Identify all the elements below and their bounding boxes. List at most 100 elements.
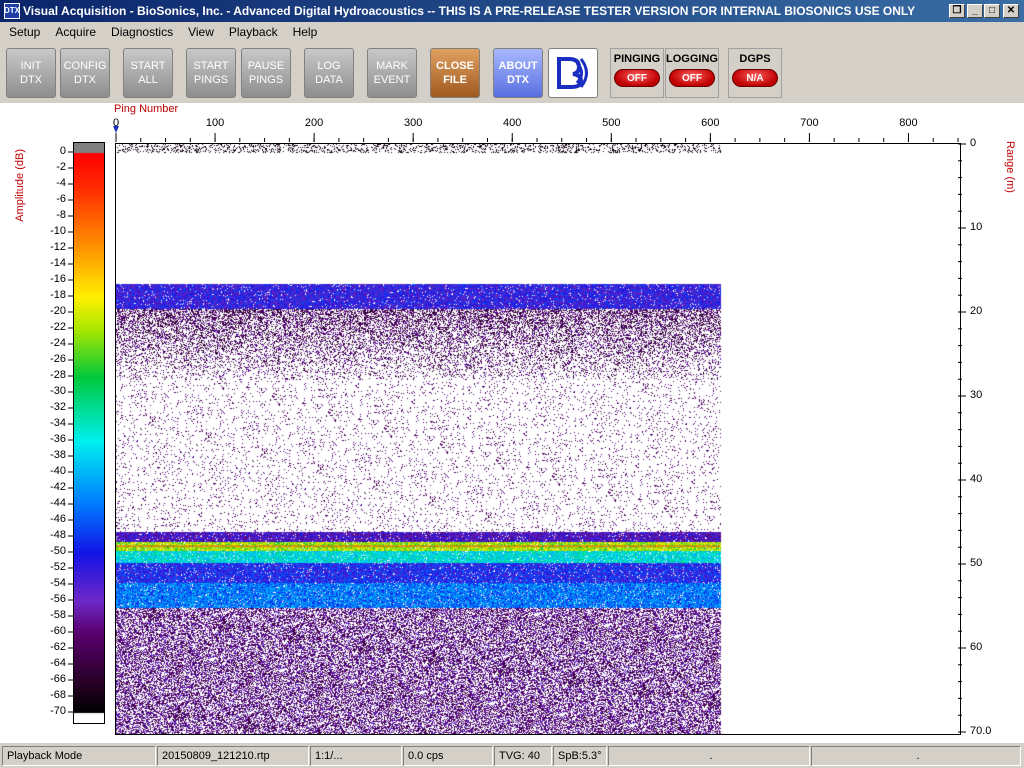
colorbar-tick-label: -16 [50, 273, 66, 285]
x-tick-label: 200 [304, 117, 324, 129]
close-file-button[interactable]: CLOSE FILE [430, 48, 480, 98]
y-axis-label: Range (m) [1004, 141, 1016, 193]
colorbar-tick-label: -46 [50, 513, 66, 525]
colorbar-tick-label: -70 [50, 705, 66, 717]
app-icon: DTX [4, 3, 20, 19]
colorbar-tick-label: -56 [50, 593, 66, 605]
y-tick-label: 40 [970, 473, 983, 485]
minimize-button[interactable]: _ [967, 4, 983, 18]
echogram-panel[interactable]: Ping Number Amplitude (dB) Range (m) 0 10… [0, 103, 1024, 743]
echogram-plot[interactable] [115, 143, 961, 735]
dgps-title: DGPS [739, 53, 771, 65]
x-tick-label: 300 [403, 117, 423, 129]
colorbar-tick-label: -62 [50, 641, 66, 653]
colorbar-tick-label: -4 [56, 177, 66, 189]
x-tick-label: 0 [112, 117, 120, 129]
colorbar-tick-label: -34 [50, 417, 66, 429]
mark-event-button[interactable]: MARK EVENT [367, 48, 417, 98]
colorbar-tick-label: -20 [50, 305, 66, 317]
dgps-status: N/A [732, 69, 778, 87]
menu-diagnostics[interactable]: Diagnostics [102, 25, 179, 39]
status-cps: 0.0 cps [403, 746, 493, 766]
menu-help[interactable]: Help [284, 25, 324, 39]
colorbar-tick-label: -24 [50, 337, 66, 349]
colorbar-tick-label: -22 [50, 321, 66, 333]
logging-title: LOGGING [666, 53, 718, 65]
y-tick-label: 50 [970, 557, 983, 569]
colorbar-tick-label: 0 [59, 145, 66, 157]
amplitude-colorbar [73, 142, 105, 724]
x-tick-label: 500 [602, 117, 621, 129]
menu-acquire[interactable]: Acquire [46, 25, 102, 39]
logging-status: OFF [669, 69, 715, 87]
start-pings-button[interactable]: START PINGS [186, 48, 236, 98]
colorbar-tick-label: -28 [50, 369, 66, 381]
pause-pings-button[interactable]: PAUSE PINGS [241, 48, 291, 98]
status-bar: Playback Mode 20150809_121210.rtp 1:1/..… [0, 744, 1024, 768]
status-cell-7: . [608, 746, 810, 766]
menu-bar: Setup Acquire Diagnostics View Playback … [0, 22, 1024, 42]
menu-playback[interactable]: Playback [220, 25, 284, 39]
colorbar-tick-label: -6 [56, 193, 66, 205]
colorbar-tick-label: -14 [50, 257, 66, 269]
y-tick-label: 70.0 [970, 725, 992, 737]
colorbar-tick-label: -44 [50, 497, 66, 509]
colorbar-tick-label: -26 [50, 353, 66, 365]
biosonics-logo-icon[interactable] [548, 48, 598, 98]
menu-setup[interactable]: Setup [0, 25, 46, 39]
colorbar-label: Amplitude (dB) [14, 149, 26, 222]
colorbar-tick-label: -50 [50, 545, 66, 557]
pinging-indicator: PINGING OFF [610, 48, 664, 98]
status-cell-8: . [811, 746, 1021, 766]
x-tick-label: 800 [899, 117, 918, 129]
status-spb: SpB:5.3° [553, 746, 607, 766]
title-bar: DTX Visual Acquisition - BioSonics, Inc.… [0, 0, 1024, 22]
pinging-title: PINGING [613, 53, 661, 65]
logging-indicator: LOGGING OFF [665, 48, 719, 98]
colorbar-tick-label: -30 [50, 385, 66, 397]
biosonics-logo-graphic [557, 57, 588, 89]
colorbar-tick-label: -60 [50, 625, 66, 637]
toolbar: INIT DTX CONFIG DTX START ALL START PING… [0, 44, 1024, 102]
pinging-status: OFF [614, 69, 660, 87]
colorbar-tick-label: -40 [50, 465, 66, 477]
y-tick-label: 20 [970, 305, 983, 317]
colorbar-tick-label: -32 [50, 401, 66, 413]
maximize-button[interactable]: □ [984, 4, 1000, 18]
dgps-indicator: DGPS N/A [728, 48, 782, 98]
colorbar-tick-label: -54 [50, 577, 66, 589]
x-axis-label: Ping Number [114, 103, 179, 115]
restore-icon[interactable]: ❐ [949, 4, 965, 18]
colorbar-tick-label: -8 [56, 209, 66, 221]
x-tick-label: 400 [503, 117, 522, 129]
colorbar-tick-label: -18 [50, 289, 66, 301]
colorbar-tick-label: -36 [50, 433, 66, 445]
status-file: 20150809_121210.rtp [157, 746, 309, 766]
x-tick-label: 700 [800, 117, 819, 129]
window-title: Visual Acquisition - BioSonics, Inc. - A… [23, 4, 916, 18]
y-tick-label: 60 [970, 641, 983, 653]
colorbar-tick-label: -2 [56, 161, 66, 173]
colorbar-tick-label: -42 [50, 481, 66, 493]
colorbar-tick-label: -38 [50, 449, 66, 461]
start-all-button[interactable]: START ALL [123, 48, 173, 98]
about-dtx-button[interactable]: ABOUT DTX [493, 48, 543, 98]
y-tick-label: 30 [970, 389, 983, 401]
x-tick-label: 600 [701, 117, 720, 129]
colorbar-tick-label: -10 [50, 225, 66, 237]
colorbar-tick-label: -52 [50, 561, 66, 573]
status-mode: Playback Mode [2, 746, 156, 766]
config-dtx-button[interactable]: CONFIG DTX [60, 48, 110, 98]
colorbar-tick-label: -58 [50, 609, 66, 621]
x-tick-label: 100 [205, 117, 225, 129]
menu-view[interactable]: View [179, 25, 220, 39]
colorbar-tick-label: -12 [50, 241, 66, 253]
log-data-button[interactable]: LOG DATA [304, 48, 354, 98]
close-button[interactable]: ✕ [1003, 4, 1019, 18]
colorbar-tick-label: -66 [50, 673, 66, 685]
status-tvg: TVG: 40 [494, 746, 552, 766]
y-tick-label: 10 [970, 221, 983, 233]
init-dtx-button[interactable]: INIT DTX [6, 48, 56, 98]
status-ratio: 1:1/... [310, 746, 402, 766]
y-tick-label: 0 [970, 137, 977, 149]
